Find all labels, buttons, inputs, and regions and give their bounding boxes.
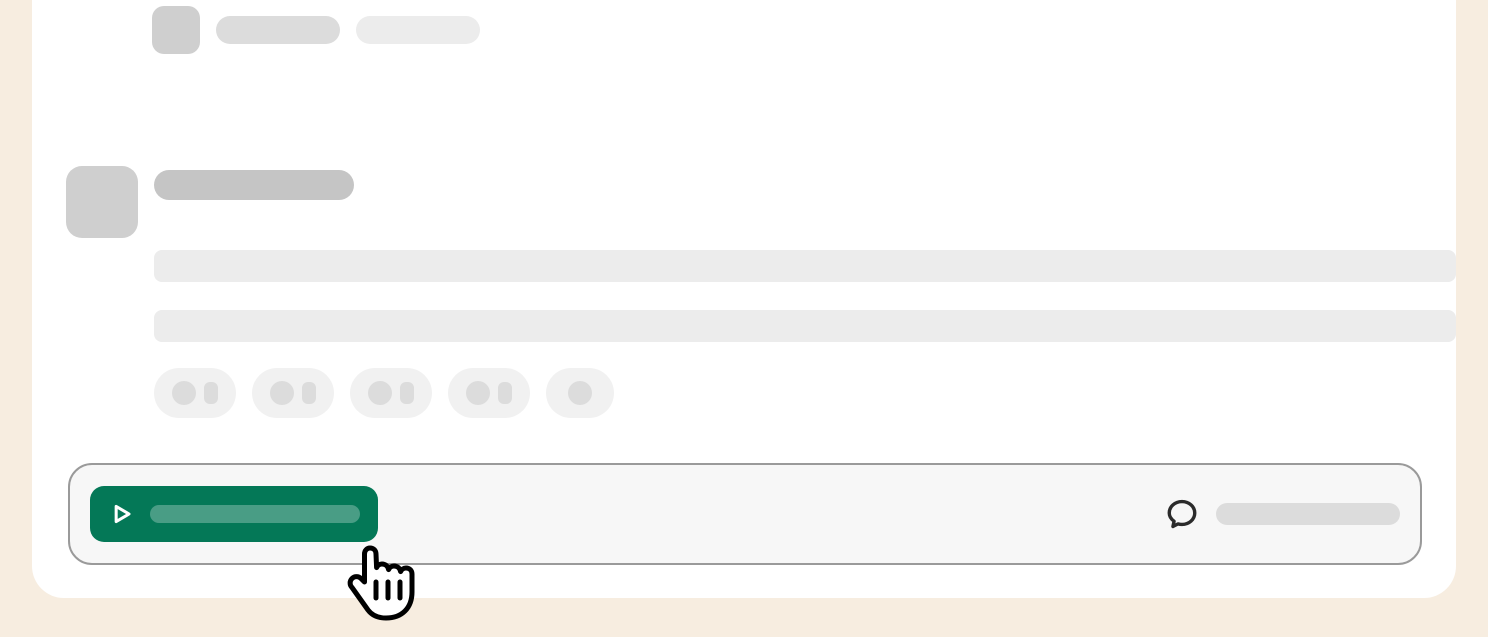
reaction-count-skeleton <box>204 382 218 404</box>
reaction-count-skeleton <box>302 382 316 404</box>
reaction-count-skeleton <box>400 382 414 404</box>
reaction-emoji-skeleton <box>466 381 490 405</box>
add-reaction-icon <box>568 381 592 405</box>
reply-name-skeleton <box>216 16 340 44</box>
message-avatar <box>66 166 138 238</box>
message-header <box>66 166 1456 238</box>
reaction-chip[interactable] <box>252 368 334 418</box>
message-line-skeleton <box>154 310 1456 342</box>
secondary-label-skeleton <box>1216 503 1400 525</box>
run-button-label-skeleton <box>150 505 360 523</box>
add-reaction-chip[interactable] <box>546 368 614 418</box>
message-author-skeleton <box>154 170 354 200</box>
reaction-count-skeleton <box>498 382 512 404</box>
reaction-emoji-skeleton <box>172 381 196 405</box>
play-icon <box>108 500 136 528</box>
reaction-chip[interactable] <box>448 368 530 418</box>
workflow-action-bar <box>68 463 1422 565</box>
reply-meta-skeleton <box>356 16 480 44</box>
message-block <box>66 166 1456 418</box>
secondary-action-cluster[interactable] <box>1164 496 1400 532</box>
thread-reply-row[interactable] <box>152 6 480 54</box>
reaction-chip[interactable] <box>350 368 432 418</box>
message-body <box>154 250 1456 342</box>
reaction-chip[interactable] <box>154 368 236 418</box>
content-card <box>32 0 1456 598</box>
reply-avatar <box>152 6 200 54</box>
reaction-bar <box>154 368 1456 418</box>
run-workflow-button[interactable] <box>90 486 378 542</box>
message-line-skeleton <box>154 250 1456 282</box>
chat-icon <box>1164 496 1200 532</box>
reaction-emoji-skeleton <box>368 381 392 405</box>
reaction-emoji-skeleton <box>270 381 294 405</box>
